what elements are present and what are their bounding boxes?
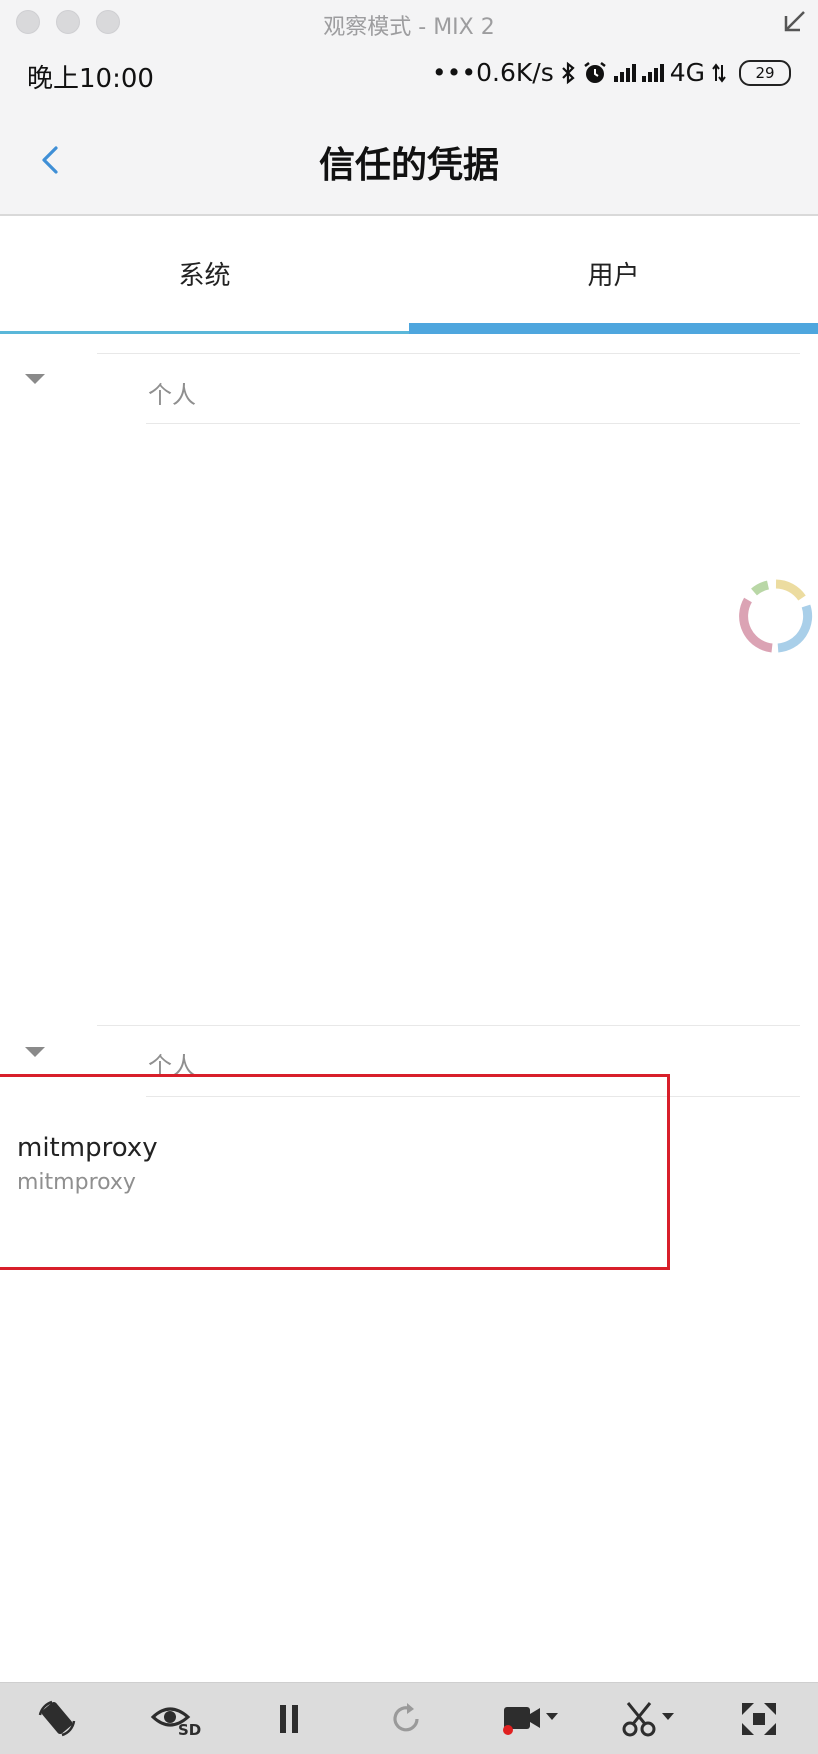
record-video-icon[interactable] bbox=[500, 1697, 564, 1741]
alarm-icon bbox=[583, 61, 606, 83]
window-title: 观察模式 - MIX 2 bbox=[323, 15, 495, 40]
page-title: 信任的凭据 bbox=[318, 145, 499, 186]
pause-icon[interactable] bbox=[266, 1697, 312, 1741]
svg-text:SD: SD bbox=[178, 1721, 201, 1739]
loading-spinner-icon bbox=[739, 579, 813, 653]
signal-1-icon bbox=[613, 63, 636, 82]
network-type: 4G bbox=[669, 58, 705, 87]
tab-system[interactable]: 系统 bbox=[0, 216, 409, 334]
status-icons: •••0.6K/s 4G 29 bbox=[432, 58, 791, 87]
status-bar: 晚上10:00 •••0.6K/s 4G 29 bbox=[0, 44, 818, 106]
status-time: 晚上10:00 bbox=[27, 64, 154, 94]
refresh-icon[interactable] bbox=[384, 1697, 430, 1741]
divider bbox=[97, 1025, 800, 1026]
tab-user-indicator bbox=[409, 323, 818, 334]
divider bbox=[97, 353, 800, 354]
rotate-screen-icon[interactable] bbox=[34, 1697, 80, 1741]
divider bbox=[146, 423, 800, 424]
battery-icon: 29 bbox=[739, 59, 791, 86]
window-title-bar: 观察模式 - MIX 2 bbox=[0, 0, 818, 44]
data-transfer-icon bbox=[712, 62, 726, 83]
exit-mirror-icon[interactable] bbox=[778, 6, 810, 38]
screenshot-scissors-icon[interactable] bbox=[620, 1697, 680, 1741]
bottom-toolbar: SD bbox=[0, 1682, 818, 1754]
caret-down-icon[interactable] bbox=[25, 1047, 45, 1057]
tab-system-underline bbox=[0, 331, 409, 334]
highlight-box bbox=[0, 1074, 670, 1270]
caret-down-icon[interactable] bbox=[25, 374, 45, 384]
network-speed: •••0.6K/s bbox=[431, 58, 554, 87]
tab-user[interactable]: 用户 bbox=[409, 216, 818, 334]
signal-2-icon bbox=[641, 63, 664, 82]
section-header-personal: 个人 bbox=[148, 381, 196, 409]
bluetooth-icon bbox=[561, 61, 575, 84]
app-bar: 信任的凭据 bbox=[0, 106, 818, 216]
tab-bar: 系统 用户 bbox=[0, 216, 818, 334]
fullscreen-icon[interactable] bbox=[736, 1697, 782, 1741]
quality-sd-icon[interactable]: SD bbox=[150, 1697, 202, 1741]
